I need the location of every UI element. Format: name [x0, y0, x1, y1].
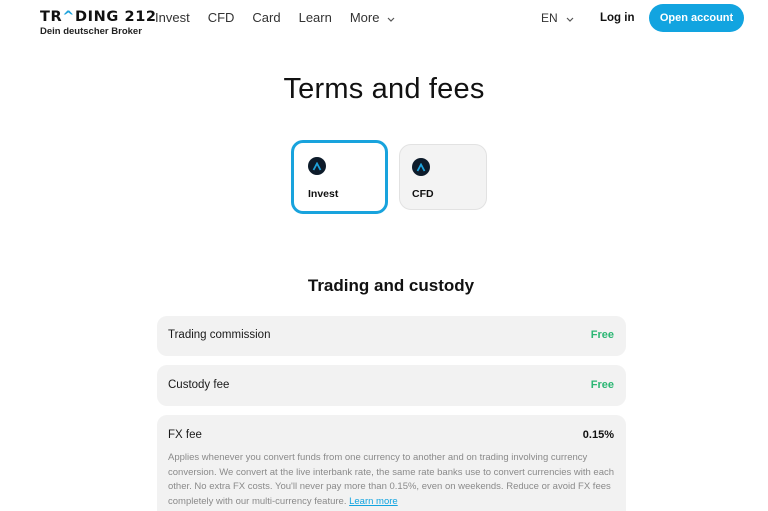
tab-invest-label: Invest: [308, 188, 339, 200]
brand-logo[interactable]: TR^DING 212 Dein deutscher Broker: [40, 9, 157, 37]
nav-item-cfd[interactable]: CFD: [208, 10, 235, 26]
main-menu: Invest CFD Card Learn More: [155, 10, 413, 26]
page-title: Terms and fees: [283, 73, 485, 105]
chevron-down-icon: [387, 10, 395, 26]
nav-item-learn[interactable]: Learn: [299, 10, 332, 26]
fee-value: Free: [590, 379, 614, 391]
fee-description: Applies whenever you convert funds from …: [168, 451, 615, 509]
logo-accent-glyph: ^: [62, 9, 76, 25]
invest-logo-icon: [308, 157, 326, 175]
language-selector[interactable]: EN: [541, 10, 574, 26]
section-title: Trading and custody: [307, 276, 475, 295]
fee-label: FX fee: [168, 429, 202, 441]
nav-item-more[interactable]: More: [350, 10, 396, 26]
nav-item-invest[interactable]: Invest: [155, 10, 190, 26]
login-link[interactable]: Log in: [600, 10, 635, 26]
fee-row-trading-commission: Trading commission Free: [157, 316, 626, 356]
open-account-button[interactable]: Open account: [649, 4, 744, 32]
language-label: EN: [541, 11, 558, 25]
fee-row-custody-fee: Custody fee Free: [157, 365, 626, 406]
top-navigation: TR^DING 212 Dein deutscher Broker Invest…: [0, 0, 768, 40]
nav-item-more-label: More: [349, 10, 380, 25]
tab-cfd-label: CFD: [412, 188, 434, 200]
fee-value: Free: [590, 329, 614, 341]
learn-more-link[interactable]: Learn more: [349, 496, 398, 507]
logo-tagline: Dein deutscher Broker: [40, 26, 142, 37]
fee-row-fx-fee: FX fee 0.15% Applies whenever you conver…: [157, 415, 626, 511]
fee-value: 0.15%: [582, 429, 614, 441]
fee-label: Trading commission: [168, 329, 271, 341]
tab-invest[interactable]: Invest: [291, 140, 388, 214]
cfd-logo-icon: [412, 158, 430, 176]
tab-cfd[interactable]: CFD: [399, 144, 487, 210]
fee-label: Custody fee: [168, 379, 230, 391]
chevron-down-icon: [566, 10, 574, 26]
logo-wordmark: TR^DING 212: [40, 9, 157, 25]
nav-item-card[interactable]: Card: [252, 10, 280, 26]
